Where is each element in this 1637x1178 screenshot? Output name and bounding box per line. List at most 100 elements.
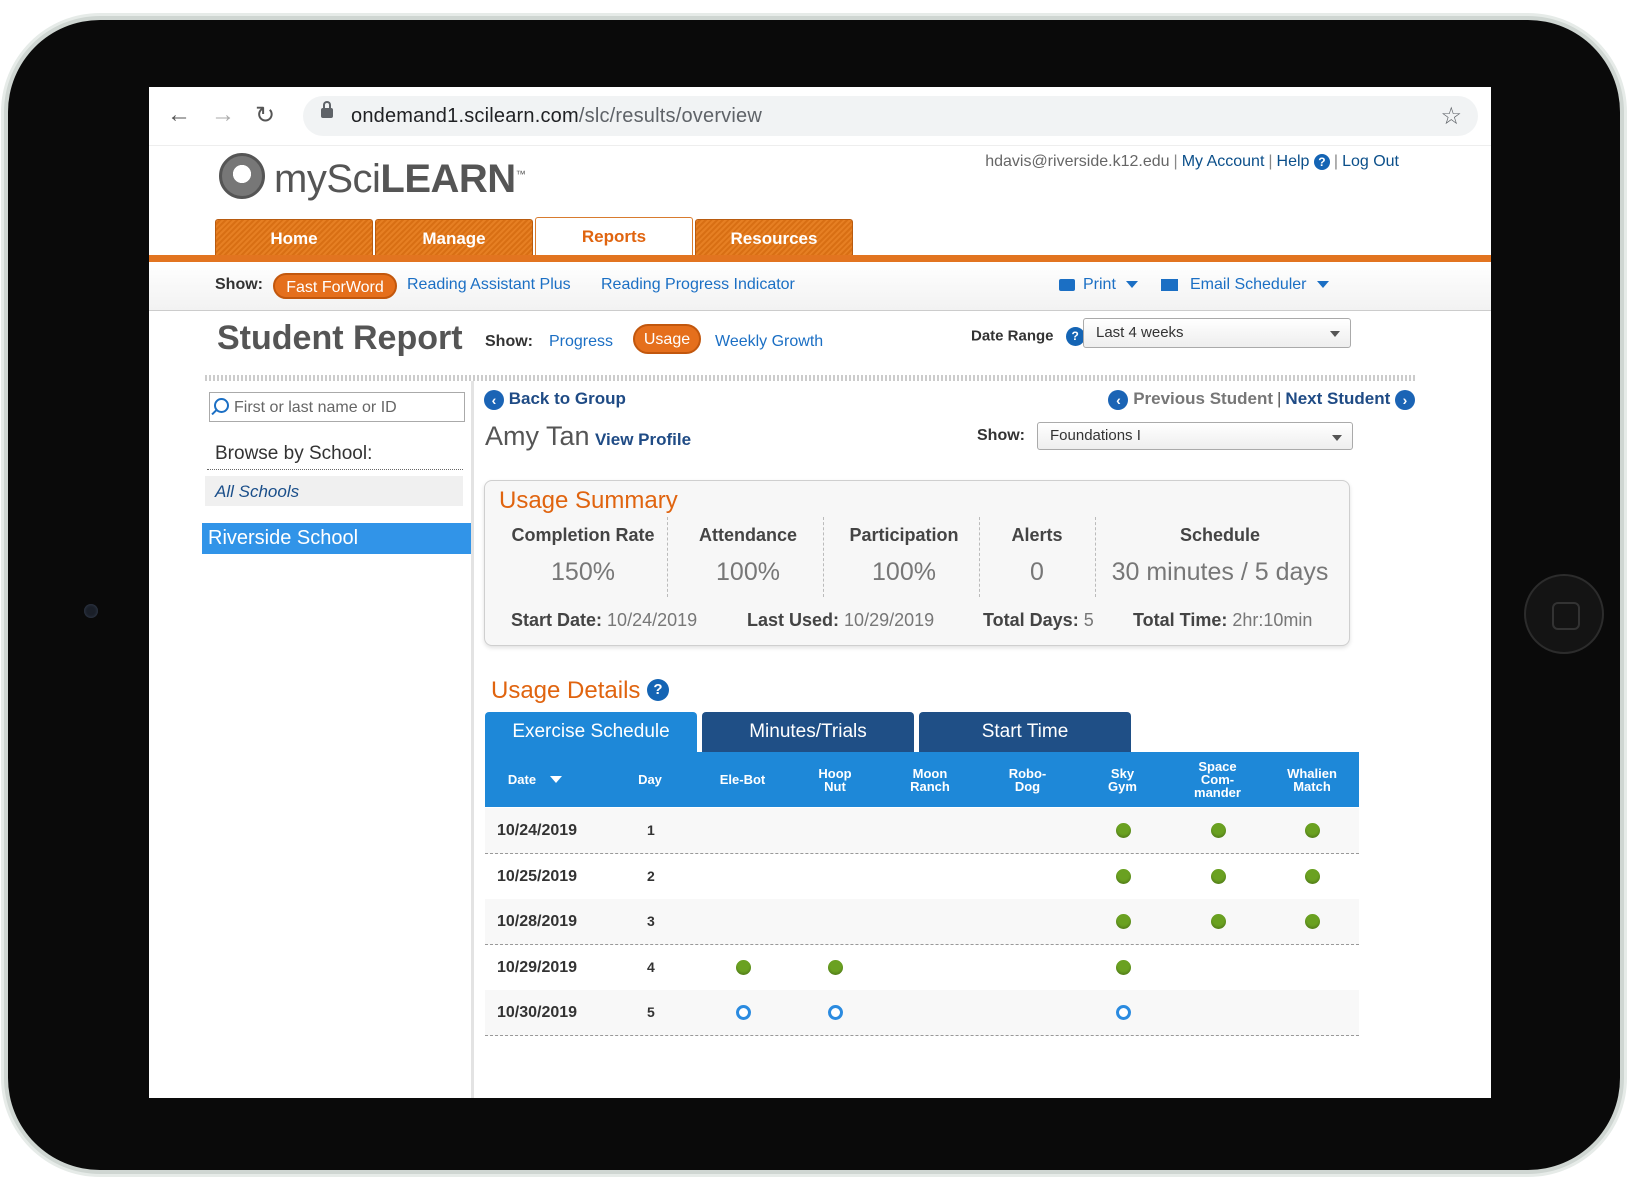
- my-account-link[interactable]: My Account: [1182, 153, 1265, 170]
- completed-dot-icon: [735, 959, 751, 975]
- sidebar-divider: [471, 381, 474, 1098]
- globe-logo-icon: [219, 153, 265, 199]
- product-reading-progress-indicator[interactable]: Reading Progress Indicator: [601, 276, 795, 294]
- help-link[interactable]: Help ?: [1277, 153, 1330, 170]
- start-date: Start Date: 10/24/2019: [511, 610, 698, 630]
- column-header: Ele-Bot: [719, 772, 766, 787]
- column-header: Sky Gym: [1108, 765, 1137, 794]
- log-out-link[interactable]: Log Out: [1342, 153, 1399, 170]
- back-to-group-link[interactable]: ‹ Back to Group: [484, 389, 626, 410]
- view-progress-link[interactable]: Progress: [549, 333, 613, 351]
- view-usage-pill[interactable]: Usage: [633, 324, 701, 354]
- stat-attendance: Attendance 100%: [698, 525, 797, 586]
- column-header[interactable]: Date: [485, 752, 585, 807]
- previous-student-link[interactable]: Previous Student: [1133, 389, 1273, 408]
- url-text: ondemand1.scilearn.com/slc/results/overv…: [351, 105, 762, 127]
- reload-icon[interactable]: ↻: [255, 101, 275, 130]
- table-row: 10/30/2019 5: [485, 990, 1359, 1036]
- product-show-label: Show:: [977, 427, 1025, 444]
- view-weekly-growth-link[interactable]: Weekly Growth: [715, 333, 823, 351]
- usage-summary-panel: Usage Summary Completion Rate 150% Attend…: [484, 480, 1350, 646]
- date-cell: 10/29/2019: [497, 958, 578, 976]
- table-row: 10/24/2019 1: [485, 808, 1359, 854]
- screen: ← → ↻ ondemand1.scilearn.com/slc/results…: [149, 87, 1491, 1098]
- address-bar[interactable]: ondemand1.scilearn.com/slc/results/overv…: [303, 96, 1478, 136]
- usage-summary-title: Usage Summary: [499, 487, 678, 514]
- last-used: Last Used: 10/29/2019: [747, 610, 935, 630]
- help-icon[interactable]: ?: [1065, 327, 1085, 346]
- table-row: 10/25/2019 2: [485, 853, 1359, 900]
- column-header: Moon Ranch: [910, 765, 950, 794]
- completed-dot-icon: [1210, 914, 1226, 929]
- tab-resources[interactable]: Resources: [695, 219, 853, 256]
- completed-dot-icon: [828, 959, 843, 975]
- column-header: Space Com-mander: [1194, 759, 1241, 800]
- bookmark-star-icon[interactable]: ☆: [1440, 102, 1462, 131]
- completed-dot-icon: [1305, 868, 1320, 884]
- account-links: hdavis@riverside.k12.edu | My Account | Help…: [985, 153, 1399, 170]
- stat-schedule: Schedule 30 minutes / 5 days: [1111, 525, 1329, 586]
- column-header: Hoop Nut: [818, 765, 852, 794]
- school-item-riverside[interactable]: Riverside School: [202, 523, 472, 554]
- stat-completion-rate: Completion Rate 150%: [511, 525, 655, 586]
- home-button[interactable]: [1526, 576, 1602, 652]
- tab-exercise-schedule[interactable]: Exercise Schedule: [485, 712, 697, 752]
- completed-dot-icon: [1305, 823, 1320, 838]
- chevron-left-icon[interactable]: ‹: [1108, 389, 1129, 410]
- day-cell: 4: [647, 958, 655, 975]
- print-menu[interactable]: Print: [1059, 276, 1138, 294]
- search-icon: [214, 398, 229, 413]
- all-schools-item[interactable]: All Schools: [205, 476, 463, 506]
- tab-start-time[interactable]: Start Time: [919, 712, 1131, 752]
- product-fast-forword[interactable]: Fast ForWord: [273, 273, 397, 299]
- help-icon[interactable]: ?: [1313, 153, 1330, 170]
- column-header: Whalien Match: [1287, 765, 1337, 794]
- completed-dot-icon: [1115, 914, 1131, 929]
- view-profile-link[interactable]: View Profile: [595, 430, 691, 450]
- tab-underline: [149, 255, 1491, 262]
- completed-dot-icon: [1210, 868, 1226, 884]
- view-show-label: Show:: [485, 333, 533, 350]
- envelope-icon: [1161, 278, 1178, 291]
- student-name: Amy Tan: [485, 421, 590, 451]
- completed-dot-icon: [1115, 959, 1131, 975]
- tab-manage[interactable]: Manage: [375, 219, 533, 256]
- date-range-select[interactable]: Last 4 weeks: [1083, 318, 1351, 348]
- usage-details-title: Usage Details: [491, 677, 641, 704]
- product-level-select[interactable]: Foundations I: [1037, 422, 1353, 450]
- divider: [207, 469, 463, 470]
- tab-minutes-trials[interactable]: Minutes/Trials: [702, 712, 914, 752]
- forward-arrow-icon[interactable]: →: [211, 101, 235, 129]
- date-cell: 10/30/2019: [497, 1004, 578, 1021]
- day-cell: 1: [647, 822, 655, 838]
- divider: [979, 517, 980, 597]
- date-range-label: Date Range ?: [971, 327, 1085, 346]
- divider: [205, 375, 1417, 381]
- browse-by-school-label: Browse by School:: [215, 443, 373, 464]
- chevron-down-icon: [1125, 281, 1138, 289]
- search-input[interactable]: [232, 395, 464, 421]
- product-reading-assistant-plus[interactable]: Reading Assistant Plus: [407, 276, 571, 294]
- column-header: Robo- Dog: [1008, 765, 1047, 794]
- browser-toolbar: ← → ↻ ondemand1.scilearn.com/slc/results…: [149, 87, 1491, 146]
- table-row: 10/29/2019 4: [485, 944, 1359, 991]
- chevron-right-icon[interactable]: ›: [1395, 389, 1415, 410]
- scheduled-ring-icon: [735, 1005, 751, 1020]
- chevron-down-icon: [1316, 281, 1329, 289]
- next-student-link[interactable]: Next Student: [1285, 389, 1390, 408]
- tab-home[interactable]: Home: [215, 219, 373, 256]
- sort-down-icon[interactable]: [550, 776, 563, 783]
- student-search[interactable]: [209, 392, 465, 422]
- email-scheduler-menu[interactable]: Email Scheduler: [1161, 276, 1329, 294]
- back-arrow-icon[interactable]: ←: [167, 101, 191, 129]
- completed-dot-icon: [1210, 823, 1226, 838]
- product-subnav: Show: Fast ForWord Reading Assistant Plu…: [149, 262, 1491, 311]
- date-cell: 10/24/2019: [497, 822, 578, 839]
- divider: [667, 517, 668, 597]
- tab-reports[interactable]: Reports: [535, 217, 693, 258]
- lock-icon: [321, 101, 333, 118]
- date-cell: 10/28/2019: [497, 913, 578, 930]
- help-icon[interactable]: ?: [647, 679, 669, 701]
- camera-icon: [84, 604, 98, 618]
- divider: [1095, 517, 1096, 597]
